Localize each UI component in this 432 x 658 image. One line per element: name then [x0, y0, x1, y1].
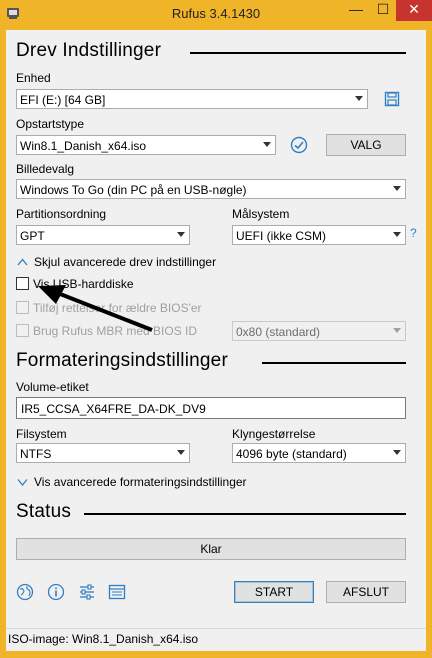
volume-label-input[interactable]: IR5_CCSA_X64FRE_DA-DK_DV9 [16, 397, 406, 419]
chevron-down-icon [263, 142, 271, 147]
section-divider [190, 52, 406, 54]
cluster-size-dropdown[interactable]: 4096 byte (standard) [232, 443, 406, 463]
minimize-button[interactable]: — [342, 0, 370, 21]
device-value: EFI (E:) [64 GB] [20, 93, 106, 107]
device-label: Enhed [16, 71, 51, 85]
image-option-dropdown[interactable]: Windows To Go (din PC på en USB-nøgle) [16, 179, 406, 199]
boot-selection-dropdown[interactable]: Win8.1_Danish_x64.iso [16, 135, 276, 155]
partition-scheme-label: Partitionsordning [16, 207, 107, 221]
chevron-down-icon [177, 232, 185, 237]
boot-selection-label: Opstartstype [16, 117, 85, 131]
list-usb-checkbox[interactable] [16, 277, 29, 290]
chevron-down-icon [393, 328, 401, 333]
status-heading: Status [16, 501, 72, 522]
status-bar-text: ISO-image: Win8.1_Danish_x64.iso [8, 632, 199, 646]
log-icon[interactable] [108, 583, 126, 601]
volume-label-label: Volume-etiket [16, 380, 89, 394]
chevron-down-icon [393, 232, 401, 237]
format-options-heading: Formateringsindstillinger [16, 350, 228, 371]
chevron-down-icon [393, 186, 401, 191]
cluster-size-value: 4096 byte (standard) [236, 447, 347, 461]
status-bar: ISO-image: Win8.1_Danish_x64.iso [6, 628, 426, 651]
info-icon[interactable] [47, 583, 65, 601]
section-divider [262, 362, 406, 364]
select-button[interactable]: VALG [326, 134, 406, 156]
file-system-label: Filsystem [16, 427, 67, 441]
volume-label-value: IR5_CCSA_X64FRE_DA-DK_DV9 [21, 402, 206, 416]
cluster-size-label: Klyngestørrelse [232, 427, 316, 441]
globe-icon[interactable] [16, 583, 34, 601]
start-button[interactable]: START [234, 581, 314, 603]
target-system-value: UEFI (ikke CSM) [236, 229, 326, 243]
partition-scheme-dropdown[interactable]: GPT [16, 225, 190, 245]
show-advanced-format-toggle[interactable]: Vis avancerede formateringsindstillinger [34, 475, 247, 489]
check-icon[interactable] [290, 136, 308, 154]
image-option-label: Billedevalg [16, 162, 75, 176]
progress-text: Klar [200, 542, 222, 556]
help-icon[interactable]: ? [410, 226, 417, 240]
target-system-dropdown[interactable]: UEFI (ikke CSM) [232, 225, 406, 245]
boot-selection-value: Win8.1_Danish_x64.iso [20, 139, 147, 153]
chevron-down-icon [393, 450, 401, 455]
drive-properties-heading: Drev Indstillinger [16, 40, 162, 61]
settings-sliders-icon[interactable] [78, 583, 96, 601]
progress-bar: Klar [16, 538, 406, 560]
partition-scheme-value: GPT [20, 229, 45, 243]
chevron-down-icon [177, 450, 185, 455]
file-system-dropdown[interactable]: NTFS [16, 443, 190, 463]
old-bios-checkbox [16, 301, 29, 314]
chevron-down-icon[interactable] [17, 478, 28, 486]
file-system-value: NTFS [20, 447, 52, 461]
hide-advanced-drive-toggle[interactable]: Skjul avancerede drev indstillinger [34, 255, 216, 269]
save-icon[interactable] [384, 91, 400, 107]
chevron-down-icon [355, 96, 363, 101]
close-button[interactable]: ✕ [396, 0, 432, 21]
title-bar[interactable]: Rufus 3.4.1430 — ☐ ✕ [0, 0, 432, 30]
rufus-mbr-checkbox [16, 324, 29, 337]
chevron-up-icon[interactable] [17, 258, 28, 266]
close-app-button[interactable]: AFSLUT [326, 581, 406, 603]
section-divider [84, 513, 406, 515]
device-dropdown[interactable]: EFI (E:) [64 GB] [16, 89, 368, 109]
target-system-label: Målsystem [232, 207, 290, 221]
bios-id-value: 0x80 (standard) [236, 325, 321, 339]
annotation-arrow-icon [38, 285, 153, 332]
image-option-value: Windows To Go (din PC på en USB-nøgle) [20, 183, 247, 197]
maximize-button[interactable]: ☐ [370, 0, 396, 21]
bios-id-dropdown: 0x80 (standard) [232, 321, 406, 341]
